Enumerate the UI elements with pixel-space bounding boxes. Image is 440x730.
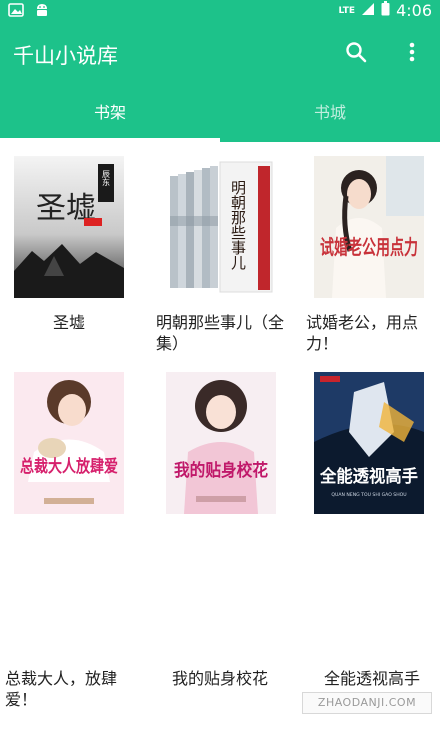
cover-title: 总裁大人放肆爱 xyxy=(20,456,118,477)
toolbar: 千山小说库 xyxy=(0,28,440,80)
cover-subtitle: QUAN NENG TOU SHI GAO SHOU xyxy=(331,492,406,498)
tab-bookstore-label: 书城 xyxy=(313,103,346,122)
cover-title: 全能透视高手 xyxy=(319,466,418,487)
tab-bar: 书架 书城 xyxy=(0,90,440,142)
book-cover[interactable]: 总裁大人放肆爱 xyxy=(14,372,124,514)
book-cover[interactable]: 明朝那些事儿 xyxy=(166,156,276,298)
book-item[interactable]: 总裁大人放肆爱 总裁大人，放肆爱！ xyxy=(0,358,146,709)
image-notification-icon xyxy=(8,2,24,22)
book-cover[interactable]: 圣墟 辰东 xyxy=(14,156,124,298)
book-cover[interactable]: 全能透视高手 QUAN NENG TOU SHI GAO SHOU xyxy=(314,372,424,514)
cover-title: 我的贴身校花 xyxy=(174,460,268,481)
overflow-menu-button[interactable] xyxy=(398,38,426,70)
book-item[interactable]: 试婚老公用点力 试婚老公，用点力！ xyxy=(292,142,438,362)
search-icon xyxy=(345,41,367,67)
book-title: 总裁大人，放肆爱！ xyxy=(5,669,118,709)
book-item[interactable]: 全能透视高手 QUAN NENG TOU SHI GAO SHOU 全能透视高手 xyxy=(292,358,438,688)
book-title: 明朝那些事儿（全集） xyxy=(156,313,285,353)
book-item[interactable]: 明朝那些事儿 明朝那些事儿（全集） xyxy=(146,142,292,362)
book-item[interactable]: 圣墟 辰东 圣墟 xyxy=(0,142,146,362)
tab-bookshelf[interactable]: 书架 xyxy=(0,90,220,142)
tab-bookshelf-label: 书架 xyxy=(93,103,126,122)
watermark: ZHAODANJI.COM xyxy=(302,692,432,714)
app-bar: LTE 4:06 千山小说库 书架 书城 xyxy=(0,0,440,142)
battery-icon xyxy=(381,1,390,20)
book-title: 圣墟 xyxy=(52,313,85,332)
book-title: 试婚老公，用点力！ xyxy=(306,313,419,353)
cover-title: 明朝那些事儿 xyxy=(229,180,247,271)
book-item[interactable]: 我的贴身校花 我的贴身校花 xyxy=(146,358,292,688)
app-title: 千山小说库 xyxy=(13,44,118,68)
book-title: 我的贴身校花 xyxy=(171,669,268,688)
book-title: 全能透视高手 xyxy=(323,669,420,688)
cover-title: 试婚老公用点力 xyxy=(320,235,418,259)
status-bar: LTE 4:06 xyxy=(0,0,440,24)
more-vert-icon xyxy=(409,42,415,66)
tab-bookstore[interactable]: 书城 xyxy=(220,90,440,142)
signal-icon xyxy=(361,1,375,20)
network-type: LTE xyxy=(338,5,356,16)
book-cover[interactable]: 我的贴身校花 xyxy=(166,372,276,514)
search-button[interactable] xyxy=(340,38,372,70)
book-cover[interactable]: 试婚老公用点力 xyxy=(314,156,424,298)
cover-author: 辰东 xyxy=(102,170,111,186)
clock: 4:06 xyxy=(396,1,432,20)
android-icon xyxy=(34,2,50,22)
